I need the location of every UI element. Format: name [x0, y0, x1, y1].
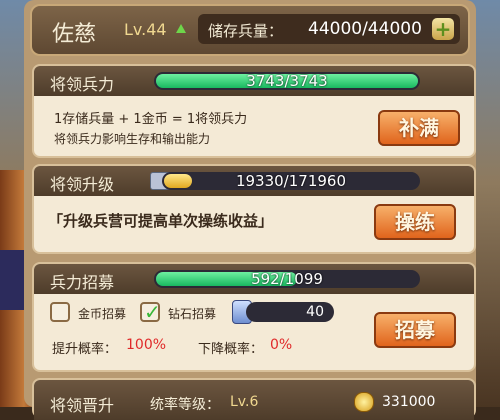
diamond-recruit-checkbox[interactable]: ✓ — [140, 300, 161, 324]
upgrade-hint: 「升级兵营可提高单次操练收益」 — [48, 212, 274, 230]
command-section-header: 将领兵力 3743/3743 — [34, 66, 474, 96]
general-name: 佐慈 — [52, 22, 97, 47]
command-section: 将领兵力 3743/3743 1存储兵量 + 1金币 = 1将领兵力 将领兵力影… — [32, 64, 476, 158]
recruit-title: 兵力招募 — [50, 273, 115, 292]
up-rate-label: 提升概率： — [52, 342, 118, 357]
promote-section: 将领晋升 统率等级： Lv.6 331000 — [32, 378, 476, 420]
diamond-count: 40 — [306, 304, 324, 320]
add-storage-plus-icon[interactable]: + — [432, 18, 454, 40]
upgrade-section: 将领升级 19330/171960 「升级兵营可提高单次操练收益」 操练 — [32, 164, 476, 254]
upgrade-progress-bar: 19330/171960 — [162, 172, 420, 190]
refill-button[interactable]: 补满 — [378, 110, 460, 146]
general-level: Lv.44 — [124, 20, 167, 39]
general-header: 佐慈 Lv.44 储存兵量： 44000/44000 + — [30, 4, 470, 56]
command-progress-text: 3743/3743 — [246, 72, 328, 90]
diamond-recruit-label: 钻石招募 — [168, 307, 217, 321]
down-rate-value: 0% — [270, 337, 293, 353]
command-description: 将领兵力影响生存和输出能力 — [54, 132, 211, 146]
rank-value: Lv.6 — [230, 394, 259, 410]
storage-value: 44000/44000 — [308, 19, 422, 39]
upgrade-progress-text: 19330/171960 — [235, 172, 347, 190]
rank-label: 统率等级： — [150, 397, 220, 413]
promote-section-header: 将领晋升 统率等级： Lv.6 331000 — [34, 380, 474, 420]
diamond-count-box: 40 — [246, 302, 334, 322]
gold-recruit-label: 金币招募 — [78, 307, 127, 321]
promote-cost: 331000 — [382, 394, 436, 410]
recruit-button[interactable]: 招募 — [374, 312, 456, 348]
character-art-detail — [0, 250, 26, 310]
level-up-arrow-icon — [176, 24, 186, 33]
upgrade-section-header: 将领升级 19330/171960 — [34, 166, 474, 196]
up-rate-value: 100% — [126, 337, 167, 353]
checkmark-icon: ✓ — [144, 300, 161, 324]
recruit-progress-bar: 592/1099 — [154, 270, 420, 288]
command-title: 将领兵力 — [50, 75, 115, 94]
gold-recruit-checkbox[interactable] — [50, 302, 70, 322]
upgrade-title: 将领升级 — [50, 175, 115, 194]
recruit-progress-text: 592/1099 — [251, 270, 323, 288]
down-rate-label: 下降概率： — [198, 342, 264, 357]
train-button[interactable]: 操练 — [374, 204, 456, 240]
command-formula: 1存储兵量 + 1金币 = 1将领兵力 — [54, 112, 248, 127]
gold-coin-icon — [354, 392, 374, 412]
storage-box: 储存兵量： 44000/44000 + — [198, 14, 460, 44]
command-progress-bar: 3743/3743 — [154, 72, 420, 90]
recruit-section: 兵力招募 592/1099 金币招募 ✓ 钻石招募 40 提升概率： 100% … — [32, 262, 476, 372]
storage-label: 储存兵量： — [208, 22, 284, 40]
recruit-section-header: 兵力招募 592/1099 — [34, 264, 474, 294]
promote-title: 将领晋升 — [50, 396, 115, 415]
